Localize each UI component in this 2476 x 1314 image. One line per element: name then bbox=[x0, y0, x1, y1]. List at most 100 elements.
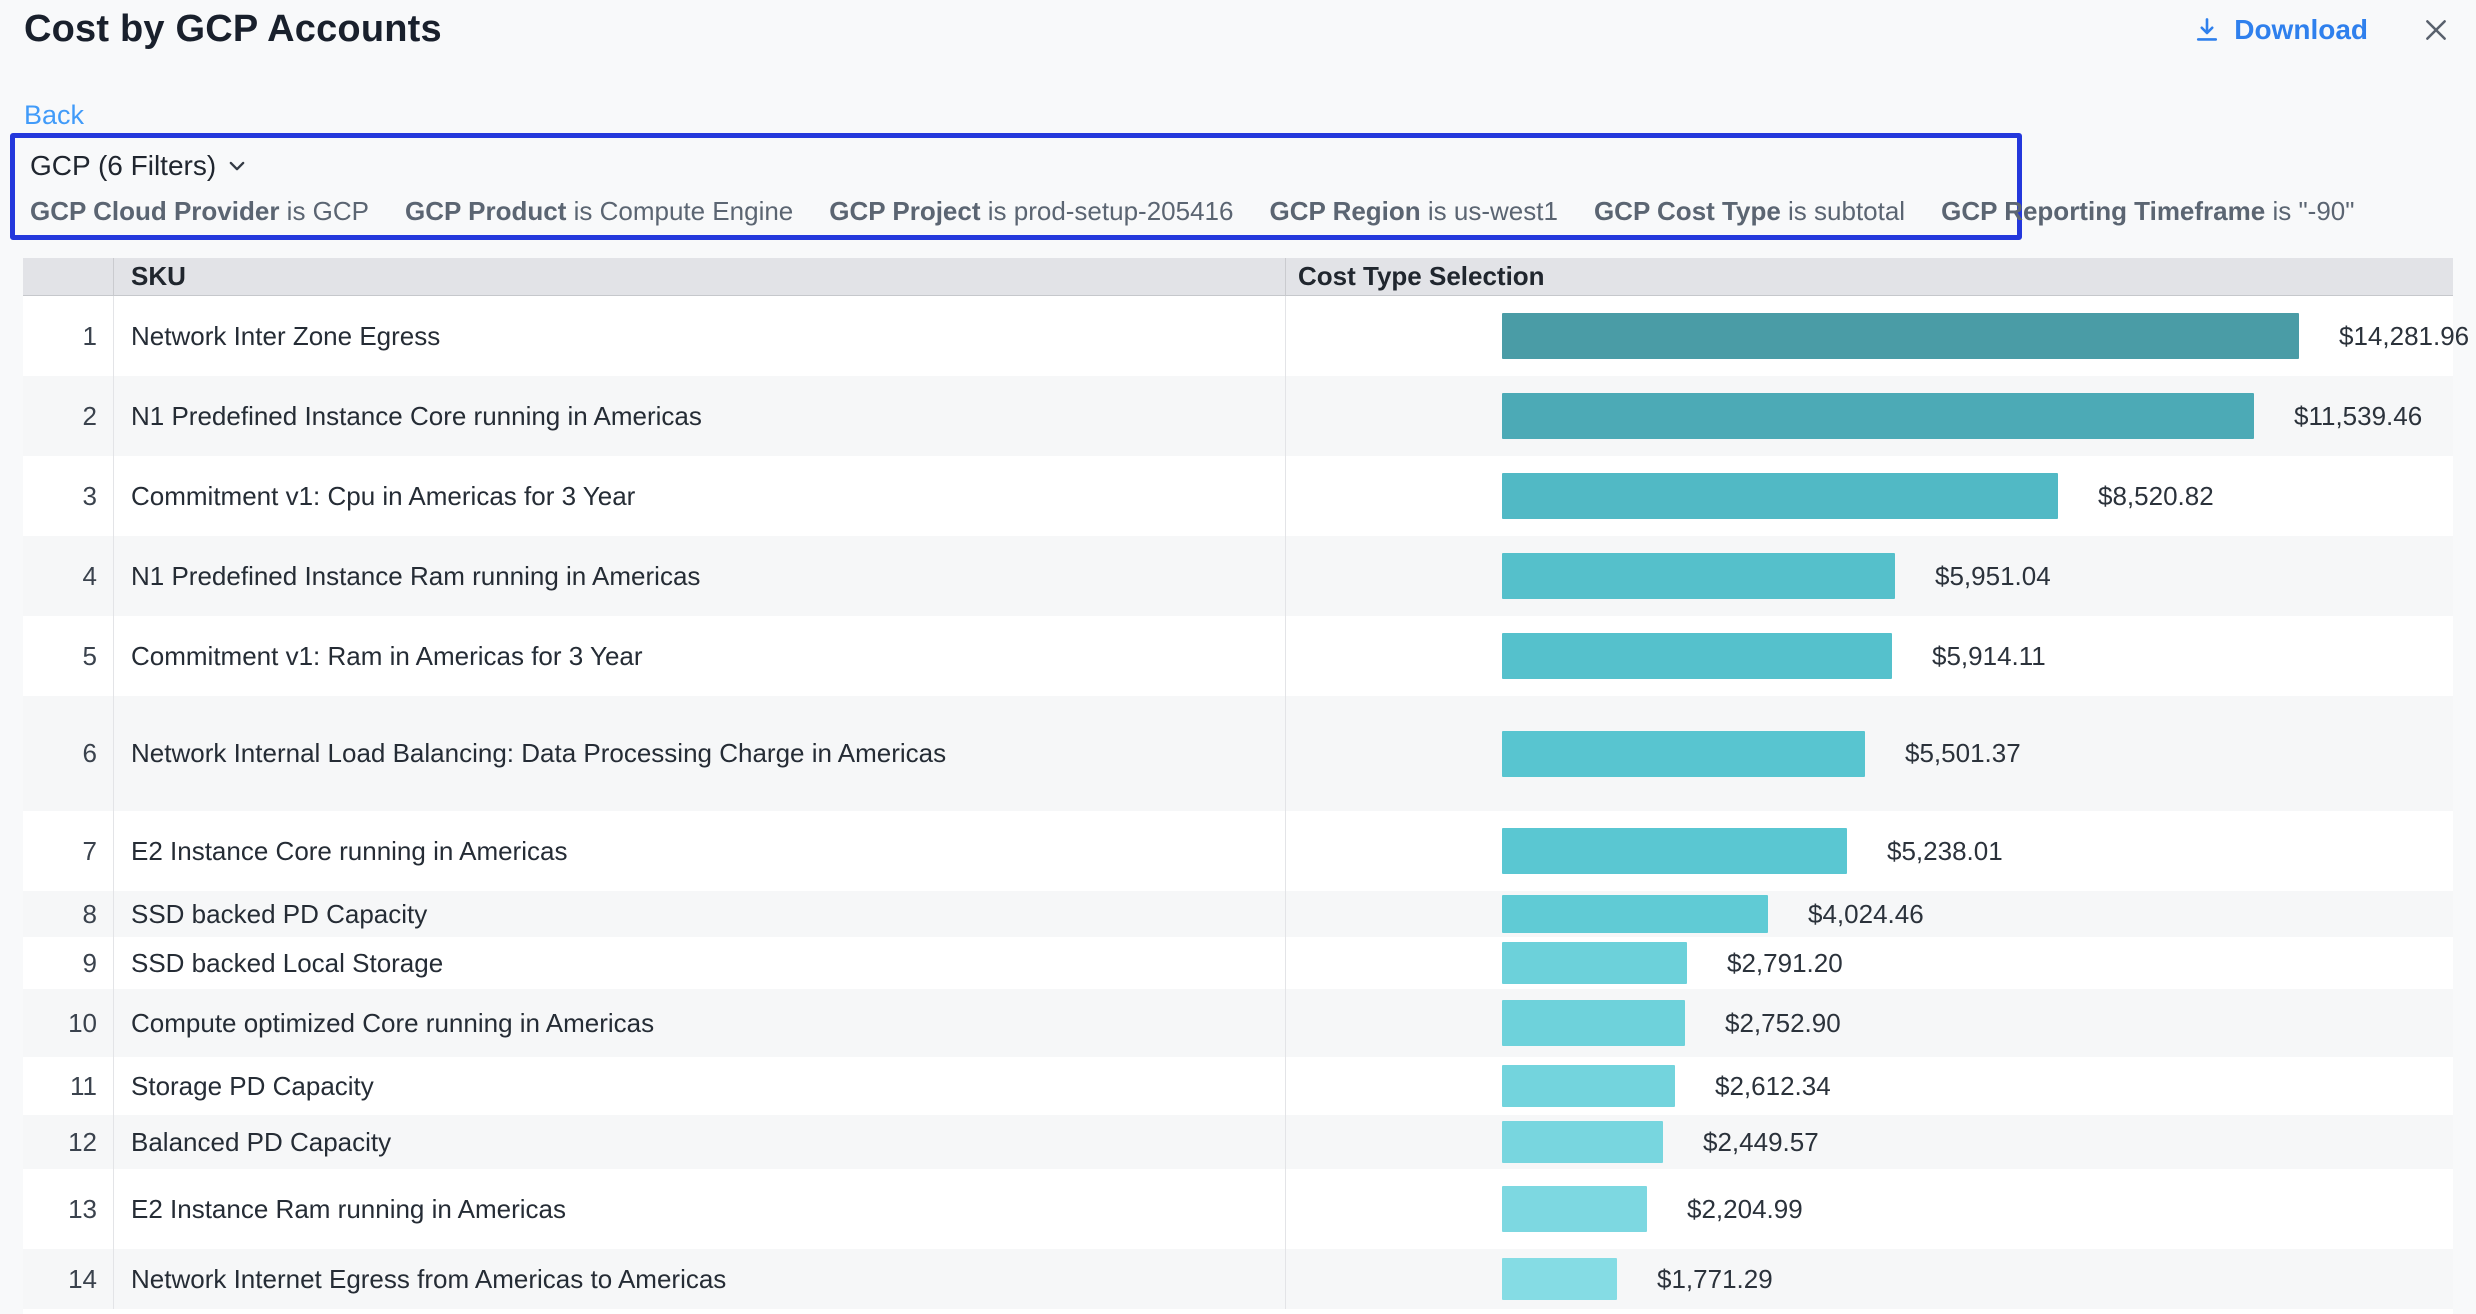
row-index: 4 bbox=[23, 536, 113, 616]
filter-chip[interactable]: GCP Cloud Provider is GCP bbox=[30, 196, 369, 227]
cost-value: $2,752.90 bbox=[1725, 1008, 1841, 1039]
column-header-index bbox=[23, 258, 113, 295]
cost-cell: $14,281.96 bbox=[1285, 296, 2469, 376]
cost-cell: $8,520.82 bbox=[1285, 456, 2453, 536]
cost-bar[interactable] bbox=[1502, 553, 1895, 599]
cost-cell: $5,951.04 bbox=[1285, 536, 2453, 616]
row-index: 3 bbox=[23, 456, 113, 536]
table-row: 3Commitment v1: Cpu in Americas for 3 Ye… bbox=[23, 456, 2453, 536]
row-index: 10 bbox=[23, 989, 113, 1057]
cost-cell: $1,771.29 bbox=[1285, 1249, 2453, 1309]
row-index: 5 bbox=[23, 616, 113, 696]
table-row: 11Storage PD Capacity$2,612.34 bbox=[23, 1057, 2453, 1115]
table-row: 6Network Internal Load Balancing: Data P… bbox=[23, 696, 2453, 811]
filter-chip[interactable]: GCP Product is Compute Engine bbox=[405, 196, 793, 227]
cost-cell: $2,791.20 bbox=[1285, 937, 2453, 989]
column-header-sku: SKU bbox=[113, 258, 1285, 295]
cost-bar[interactable] bbox=[1502, 633, 1892, 679]
table-row: 8SSD backed PD Capacity$4,024.46 bbox=[23, 891, 2453, 937]
sku-cell: N1 Predefined Instance Core running in A… bbox=[113, 376, 1285, 456]
table-row: 14Network Internet Egress from Americas … bbox=[23, 1249, 2453, 1309]
sku-cell: Balanced PD Capacity bbox=[113, 1115, 1285, 1169]
filter-field-name: GCP Product bbox=[405, 196, 566, 226]
close-icon bbox=[2420, 14, 2452, 46]
sku-cell: SSD backed Local Storage bbox=[113, 937, 1285, 989]
cost-value: $5,951.04 bbox=[1935, 561, 2051, 592]
filter-condition: is "-90" bbox=[2265, 196, 2354, 226]
filter-summary-label: GCP (6 Filters) bbox=[30, 150, 216, 182]
cost-bar[interactable] bbox=[1502, 731, 1865, 777]
cost-cell: $5,501.37 bbox=[1285, 696, 2453, 811]
cost-bar[interactable] bbox=[1502, 313, 2299, 359]
cost-value: $1,771.29 bbox=[1657, 1264, 1773, 1295]
table-row: 2N1 Predefined Instance Core running in … bbox=[23, 376, 2453, 456]
table-row: 5Commitment v1: Ram in Americas for 3 Ye… bbox=[23, 616, 2453, 696]
close-button[interactable] bbox=[2420, 14, 2452, 46]
row-index: 8 bbox=[23, 891, 113, 937]
cost-cell: $4,024.46 bbox=[1285, 891, 2453, 937]
filter-summary-dropdown[interactable]: GCP (6 Filters) bbox=[30, 150, 248, 182]
table-row: 7E2 Instance Core running in Americas $5,… bbox=[23, 811, 2453, 891]
filter-field-name: GCP Cost Type bbox=[1594, 196, 1781, 226]
cost-cell: $5,914.11 bbox=[1285, 616, 2453, 696]
filter-condition: is subtotal bbox=[1781, 196, 1905, 226]
sku-cell: Commitment v1: Cpu in Americas for 3 Yea… bbox=[113, 456, 1285, 536]
row-index: 2 bbox=[23, 376, 113, 456]
sku-cell: Network Internal Load Balancing: Data Pr… bbox=[113, 696, 1285, 811]
sku-cell: E2 Instance Ram running in Americas bbox=[113, 1169, 1285, 1249]
cost-bar[interactable] bbox=[1502, 1065, 1675, 1107]
cost-cell: $5,238.01 bbox=[1285, 811, 2453, 891]
row-index: 11 bbox=[23, 1057, 113, 1115]
sku-cell: SSD backed PD Capacity bbox=[113, 891, 1285, 937]
row-index: 12 bbox=[23, 1115, 113, 1169]
cost-bar[interactable] bbox=[1502, 1258, 1617, 1300]
cost-bar[interactable] bbox=[1502, 1186, 1647, 1232]
table-row: 1Network Inter Zone Egress$14,281.96 bbox=[23, 296, 2453, 376]
cost-bar[interactable] bbox=[1502, 828, 1847, 874]
filter-condition: is prod-setup-205416 bbox=[981, 196, 1234, 226]
filter-panel: GCP (6 Filters) GCP Cloud Provider is GC… bbox=[10, 133, 2022, 240]
header-actions: Download bbox=[2192, 14, 2452, 46]
table-header: SKU Cost Type Selection bbox=[23, 258, 2453, 296]
cost-cell: $2,204.99 bbox=[1285, 1169, 2453, 1249]
cost-bar[interactable] bbox=[1502, 1121, 1663, 1163]
filter-field-name: GCP Region bbox=[1269, 196, 1420, 226]
filter-chip[interactable]: GCP Reporting Timeframe is "-90" bbox=[1941, 196, 2354, 227]
sku-cell: E2 Instance Core running in Americas bbox=[113, 811, 1285, 891]
filter-chip[interactable]: GCP Region is us-west1 bbox=[1269, 196, 1557, 227]
filter-chip[interactable]: GCP Cost Type is subtotal bbox=[1594, 196, 1905, 227]
cost-cell: $2,449.57 bbox=[1285, 1115, 2453, 1169]
row-index: 1 bbox=[23, 296, 113, 376]
row-index: 14 bbox=[23, 1249, 113, 1309]
cost-bar[interactable] bbox=[1502, 895, 1768, 933]
download-icon bbox=[2192, 15, 2222, 45]
back-link[interactable]: Back bbox=[24, 100, 84, 131]
cost-value: $5,501.37 bbox=[1905, 738, 2021, 769]
download-label: Download bbox=[2234, 14, 2368, 46]
cost-bar[interactable] bbox=[1502, 942, 1687, 984]
sku-cell: Commitment v1: Ram in Americas for 3 Yea… bbox=[113, 616, 1285, 696]
table-body: 1Network Inter Zone Egress$14,281.962N1 … bbox=[23, 296, 2453, 1309]
table-row: 10Compute optimized Core running in Amer… bbox=[23, 989, 2453, 1057]
table-row: 9SSD backed Local Storage $2,791.20 bbox=[23, 937, 2453, 989]
row-index: 9 bbox=[23, 937, 113, 989]
cost-bar[interactable] bbox=[1502, 1000, 1685, 1046]
filter-condition: is GCP bbox=[279, 196, 369, 226]
sku-cell: Network Inter Zone Egress bbox=[113, 296, 1285, 376]
cost-bar[interactable] bbox=[1502, 393, 2254, 439]
download-button[interactable]: Download bbox=[2192, 14, 2368, 46]
cost-cell: $11,539.46 bbox=[1285, 376, 2453, 456]
cost-value: $2,791.20 bbox=[1727, 948, 1843, 979]
cost-value: $14,281.96 bbox=[2339, 321, 2469, 352]
cost-cell: $2,752.90 bbox=[1285, 989, 2453, 1057]
row-index: 7 bbox=[23, 811, 113, 891]
filter-condition: is Compute Engine bbox=[566, 196, 793, 226]
table-row: 12Balanced PD Capacity$2,449.57 bbox=[23, 1115, 2453, 1169]
cost-value: $5,914.11 bbox=[1932, 641, 2046, 672]
page-title: Cost by GCP Accounts bbox=[24, 8, 442, 51]
filter-field-name: GCP Cloud Provider bbox=[30, 196, 279, 226]
cost-bar[interactable] bbox=[1502, 473, 2058, 519]
filter-field-name: GCP Reporting Timeframe bbox=[1941, 196, 2265, 226]
cost-value: $5,238.01 bbox=[1887, 836, 2003, 867]
filter-chip[interactable]: GCP Project is prod-setup-205416 bbox=[829, 196, 1233, 227]
